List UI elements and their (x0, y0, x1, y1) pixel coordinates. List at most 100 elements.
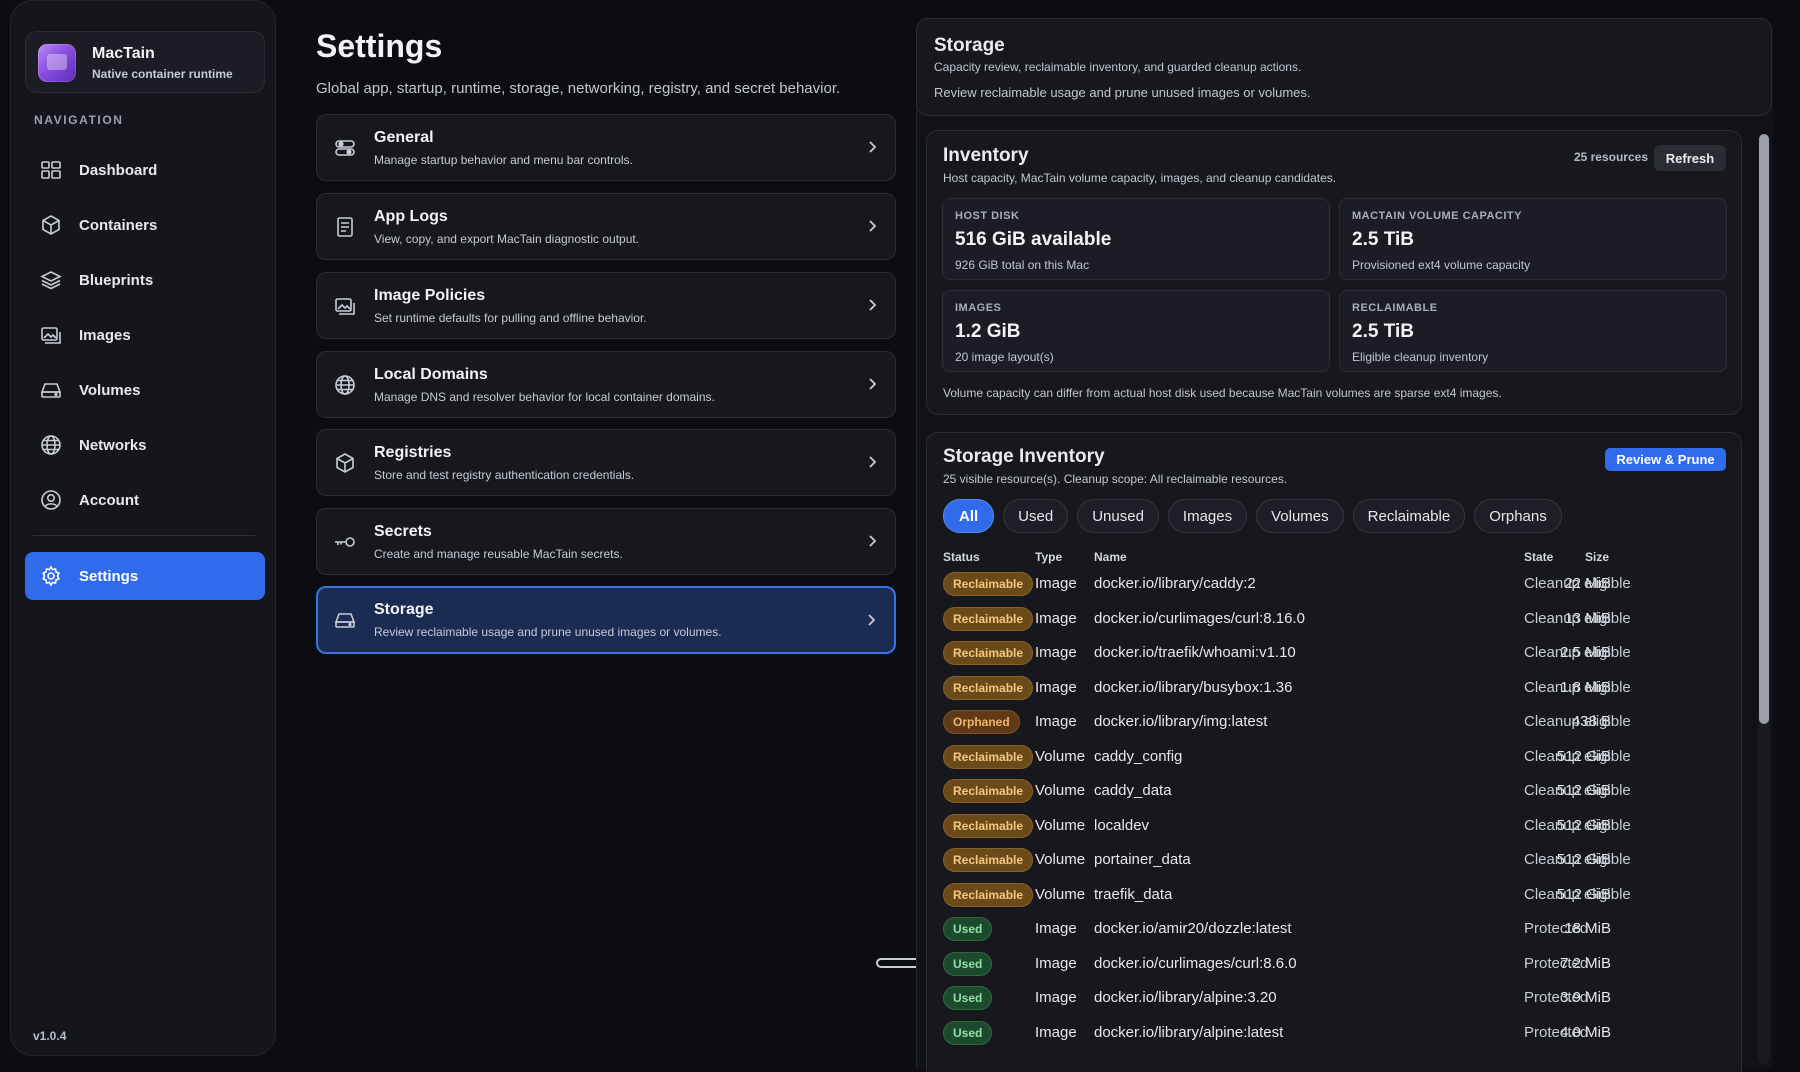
type-cell: Image (1035, 713, 1077, 730)
name-cell: traefik_data (1094, 885, 1173, 903)
table-row[interactable]: Reclaimable Volume traefik_data 512 GiB Clea… (927, 877, 1743, 911)
table-row[interactable]: Used Image docker.io/library/alpine:3.20 3.… (927, 980, 1743, 1014)
filter-reclaimable[interactable]: Reclaimable (1352, 499, 1466, 533)
column-header-size[interactable]: Size (1585, 550, 1609, 564)
chevron-right-icon (868, 614, 876, 626)
card-description: Set runtime defaults for pulling and off… (374, 311, 647, 325)
account-icon (39, 488, 63, 512)
name-cell: docker.io/library/img:latest (1094, 713, 1268, 730)
table-row[interactable]: Used Image docker.io/amir20/dozzle:latest 1… (927, 911, 1743, 945)
table-row[interactable]: Reclaimable Image docker.io/library/caddy:… (927, 566, 1743, 600)
name-cell: docker.io/library/caddy:2 (1094, 575, 1256, 592)
card-description: Review reclaimable usage and prune unuse… (374, 625, 722, 639)
name-cell: docker.io/library/alpine:3.20 (1094, 989, 1277, 1006)
stat-note: 926 GiB total on this Mac (955, 258, 1090, 272)
inventory-subtitle: Host capacity, MacTain volume capacity, … (943, 171, 1337, 185)
name-cell: docker.io/library/alpine:latest (1094, 1023, 1284, 1041)
stat-reclaimable: RECLAIMABLE 2.5 TiB Eligible cleanup inv… (1339, 290, 1727, 372)
review-prune-button[interactable]: Review & Prune (1605, 448, 1726, 471)
sidebar-item-label: Blueprints (79, 271, 154, 289)
state-cell: Cleanup eligible (1524, 782, 1631, 799)
settings-card-image-policies[interactable]: Image Policies Set runtime defaults for … (316, 272, 896, 339)
filter-unused[interactable]: Unused (1077, 499, 1159, 533)
filter-volumes[interactable]: Volumes (1256, 499, 1344, 533)
stat-note: 20 image layout(s) (955, 350, 1054, 364)
type-cell: Image (1035, 644, 1077, 661)
settings-card-storage[interactable]: Storage Review reclaimable usage and pru… (316, 586, 896, 654)
filter-used[interactable]: Used (1003, 499, 1069, 533)
column-header-name[interactable]: Name (1094, 550, 1127, 564)
table-row[interactable]: Used Image docker.io/library/alpine:latest… (927, 1015, 1743, 1049)
stat-volume-capacity: MACTAIN VOLUME CAPACITY 2.5 TiB Provisio… (1339, 198, 1727, 280)
name-cell: docker.io/curlimages/curl:8.16.0 (1094, 609, 1305, 627)
sidebar-item-label: Images (79, 326, 131, 344)
status-badge: Reclaimable (943, 641, 1034, 665)
table-row[interactable]: Orphaned Image docker.io/library/img:lates… (927, 704, 1743, 738)
dashboard-icon (39, 158, 63, 182)
filter-orphans[interactable]: Orphans (1474, 499, 1562, 533)
sidebar-item-account[interactable]: Account (25, 476, 265, 524)
card-title: General (374, 129, 434, 146)
status-badge: Used (943, 986, 993, 1010)
settings-card-app-logs[interactable]: App Logs View, copy, and export MacTain … (316, 193, 896, 260)
state-cell: Protected (1524, 1023, 1589, 1041)
type-cell: Image (1035, 575, 1077, 592)
inventory-note: Volume capacity can differ from actual h… (943, 386, 1502, 400)
type-cell: Image (1035, 1023, 1077, 1041)
stat-label: IMAGES (955, 302, 1002, 314)
drive-icon (333, 608, 357, 632)
table-row[interactable]: Reclaimable Volume caddy_data 512 GiB Cleanu… (927, 773, 1743, 807)
column-header-state[interactable]: State (1524, 550, 1553, 564)
type-cell: Volume (1035, 782, 1086, 799)
table-row[interactable]: Reclaimable Image docker.io/library/busybo… (927, 670, 1743, 704)
chevron-right-icon (869, 378, 877, 390)
blueprints-icon (39, 268, 63, 292)
settings-card-registries[interactable]: Registries Store and test registry authe… (316, 429, 896, 496)
settings-card-general[interactable]: General Manage startup behavior and menu… (316, 114, 896, 181)
table-row[interactable]: Reclaimable Image docker.io/curlimages/cur… (927, 601, 1743, 635)
chevron-right-icon (869, 141, 877, 153)
status-badge: Orphaned (943, 710, 1020, 734)
sidebar-item-containers[interactable]: Containers (25, 201, 265, 249)
stat-label: HOST DISK (955, 210, 1020, 222)
key-icon (333, 530, 357, 554)
settings-card-secrets[interactable]: Secrets Create and manage reusable MacTa… (316, 508, 896, 575)
sidebar-item-label: Networks (79, 436, 147, 454)
table-row[interactable]: Reclaimable Image docker.io/traefik/whoami… (927, 635, 1743, 669)
scrollbar-thumb[interactable] (1759, 134, 1769, 724)
table-row[interactable]: Reclaimable Volume caddy_config 512 GiB Clea… (927, 739, 1743, 773)
sidebar-item-label: Containers (79, 216, 158, 234)
card-title: Secrets (374, 523, 432, 540)
name-cell: portainer_data (1094, 851, 1191, 868)
settings-card-local-domains[interactable]: Local Domains Manage DNS and resolver be… (316, 351, 896, 418)
table-row[interactable]: Used Image docker.io/curlimages/curl:8.6.0… (927, 946, 1743, 980)
app-logo (38, 44, 76, 82)
sidebar-item-volumes[interactable]: Volumes (25, 366, 265, 414)
chevron-right-icon (869, 299, 877, 311)
state-cell: Cleanup eligible (1524, 644, 1631, 661)
chevron-right-icon (869, 456, 877, 468)
sidebar-item-dashboard[interactable]: Dashboard (25, 146, 265, 194)
refresh-button[interactable]: Refresh (1654, 145, 1726, 171)
stat-value: 1.2 GiB (955, 321, 1021, 342)
sidebar-item-networks[interactable]: Networks (25, 421, 265, 469)
sidebar-item-blueprints[interactable]: Blueprints (25, 256, 265, 304)
sidebar-item-settings[interactable]: Settings (25, 552, 265, 600)
chevron-right-icon (869, 535, 877, 547)
type-cell: Image (1035, 678, 1077, 696)
table-row[interactable]: Reclaimable Volume localdev 512 GiB Cleanup … (927, 808, 1743, 842)
type-cell: Image (1035, 989, 1077, 1006)
filter-all[interactable]: All (943, 499, 995, 533)
sidebar-item-images[interactable]: Images (25, 311, 265, 359)
filter-images[interactable]: Images (1167, 499, 1248, 533)
status-badge: Reclaimable (943, 744, 1034, 769)
nav-heading: NAVIGATION (34, 113, 124, 127)
inventory-section: Inventory Host capacity, MacTain volume … (926, 130, 1742, 415)
column-header-type[interactable]: Type (1035, 550, 1062, 564)
column-header-status[interactable]: Status (943, 550, 980, 564)
stat-host-disk: HOST DISK 516 GiB available 926 GiB tota… (942, 198, 1330, 280)
type-cell: Volume (1035, 885, 1086, 903)
card-title: Local Domains (374, 366, 488, 383)
app-header: MacTain Native container runtime (25, 31, 265, 93)
table-row[interactable]: Reclaimable Volume portainer_data 512 GiB Cl… (927, 842, 1743, 876)
